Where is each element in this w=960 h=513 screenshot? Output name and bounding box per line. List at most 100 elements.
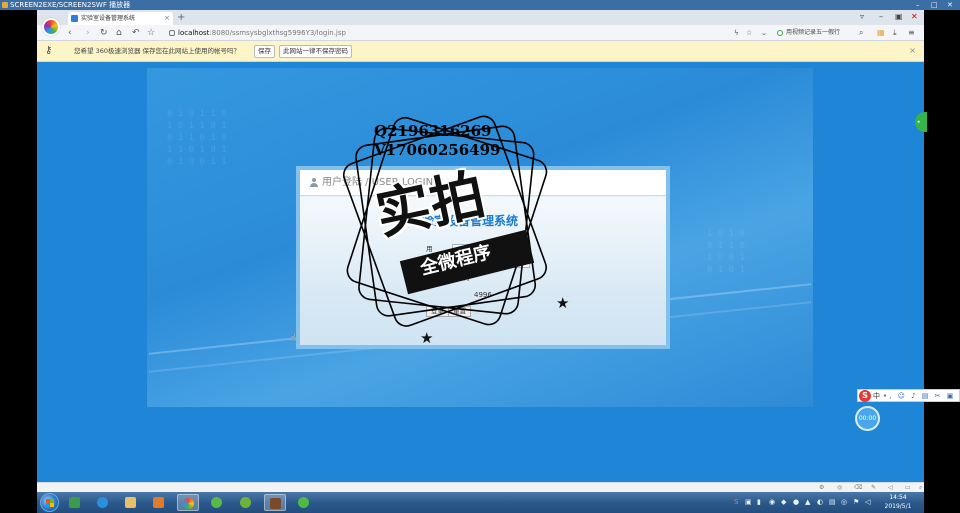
url-field[interactable]: localhost:8080/ssmsysbglxthsg5996Y3/logi… [169, 27, 729, 39]
taskbar-app-people[interactable] [64, 494, 86, 511]
people-icon [69, 497, 80, 508]
lightning-icon[interactable]: ϟ [734, 27, 739, 39]
windows-logo-icon [46, 499, 54, 507]
skin-icon[interactable]: ▿ [860, 11, 864, 23]
tray-icon[interactable]: ▲ [805, 498, 810, 507]
menu-icon[interactable]: ≡ [908, 28, 915, 38]
favorite-icon[interactable]: ☆ [746, 27, 752, 39]
apps-icon[interactable]: ▦ [877, 28, 885, 38]
status-tool-icon[interactable]: ◎ [837, 483, 842, 492]
tray-icon[interactable]: ▮ [757, 498, 761, 507]
background-binary: 0 1 0 1 1 0 1 0 1 1 0 1 0 1 1 0 1 0 1 1 … [167, 109, 227, 167]
player-app-icon [2, 2, 8, 8]
tab-strip: 实验室设备管理系统 × + ▿ – ▣ ✕ [37, 10, 924, 25]
player-maximize-icon[interactable]: □ [931, 0, 938, 10]
watermark-qq: Q2196316269 [374, 122, 492, 140]
taskbar-app-green[interactable] [206, 494, 228, 511]
url-path: :8080/ssmsysbglxthsg5996Y3/login.jsp [209, 29, 346, 37]
status-tool-icon[interactable]: ⚙ [819, 483, 824, 492]
ime-toolbar: S 中 •, ☺ ♪ ▤ ✂ ▣ ▦ [857, 389, 960, 402]
taskbar-app-net[interactable] [293, 494, 315, 511]
browser-logo-icon[interactable] [42, 18, 60, 36]
tray-icon[interactable]: ◆ [781, 498, 786, 507]
taskbar-app-recorder[interactable] [264, 494, 286, 511]
recorder-icon [270, 498, 281, 509]
media-player-icon [153, 497, 164, 508]
ime-tool-icons[interactable]: •, ☺ ♪ ▤ ✂ ▣ ▦ [883, 390, 960, 402]
record-video-link[interactable]: 用视频记录五一假行 [777, 27, 840, 39]
never-save-button[interactable]: 此网站一律不保存密码 [279, 45, 352, 58]
tab-close-icon[interactable]: × [164, 12, 170, 25]
save-password-button[interactable]: 保存 [254, 45, 275, 58]
download-icon[interactable]: ⤓ [893, 28, 897, 38]
tray-volume-icon[interactable]: ◁ [865, 498, 870, 507]
window-restore-icon[interactable]: ▣ [895, 11, 903, 23]
tray-ime-icon[interactable]: ▣ [745, 498, 752, 507]
clock-time: 14:54 [889, 494, 907, 501]
tray-icon[interactable]: ◐ [817, 498, 823, 507]
taskbar: S ▣ ▮ ◉ ◆ ● ▲ ◐ ▤ ◎ ⚑ ◁ 14:54 2019/5/1 [37, 492, 924, 513]
taskbar-app-360browser[interactable] [177, 494, 199, 511]
new-tab-icon[interactable]: + [177, 10, 185, 25]
home-icon[interactable]: ⌂ [116, 27, 122, 39]
tab-login[interactable]: 实验室设备管理系统 × [68, 12, 173, 25]
player-title-bar: SCREEN2EXE/SCREEN2SWF 播放器 – □ ✕ [0, 0, 960, 10]
star-icon: ★ [556, 294, 570, 312]
tray-flag-icon[interactable]: ⚑ [853, 498, 859, 507]
user-icon [310, 178, 318, 187]
record-text: 用视频记录五一假行 [786, 29, 841, 36]
save-password-infobar: ⚷ 您希望 360极速浏览器 保存您在此网站上使用的帐号吗？ 保存 此网站一律不… [37, 41, 924, 62]
status-tool-icon[interactable]: ✎ [871, 483, 876, 492]
tab-title: 实验室设备管理系统 [81, 15, 136, 22]
clock-date: 2019/5/1 [884, 503, 912, 510]
taskbar-clock[interactable]: 14:54 2019/5/1 [880, 493, 916, 511]
star-icon: ★ [420, 329, 434, 347]
green-app-icon [211, 497, 222, 508]
status-tool-icon[interactable]: ⌫ [854, 483, 862, 492]
screen: SCREEN2EXE/SCREEN2SWF 播放器 – □ ✕ 实验室设备管理系… [0, 0, 960, 513]
taskbar-app-player[interactable] [148, 494, 170, 511]
address-bar: ‹ › ↻ ⌂ ↶ ☆ localhost:8080/ssmsysbglxths… [37, 25, 924, 41]
dropdown-icon[interactable]: ⌄ [761, 27, 767, 39]
key-icon: ⚷ [45, 45, 53, 56]
start-button[interactable] [40, 493, 59, 512]
ie-icon [97, 497, 108, 508]
security-info-icon[interactable] [169, 30, 175, 36]
refresh-icon[interactable]: ↻ [100, 27, 108, 39]
window-close-icon[interactable]: ✕ [911, 11, 918, 23]
player-minimize-icon[interactable]: – [916, 0, 920, 10]
folder-icon [125, 497, 136, 508]
tray-icon[interactable]: ▤ [829, 498, 836, 507]
volume-icon[interactable]: ◁ [888, 483, 893, 492]
infobar-message: 您希望 360极速浏览器 保存您在此网站上使用的帐号吗？ [74, 47, 241, 55]
tray-icon[interactable]: ● [793, 498, 799, 507]
taskbar-app-explorer[interactable] [120, 494, 142, 511]
zoom-icon[interactable]: ⌕ [919, 483, 922, 492]
ime-mode[interactable]: 中 [873, 390, 880, 402]
forward-icon[interactable]: › [86, 27, 90, 39]
status-tool-icon[interactable]: ▭ [905, 483, 911, 492]
sogou-ime-icon[interactable]: S [859, 390, 871, 402]
mouse-cursor-icon: ☝ [290, 333, 297, 344]
taskbar-app-ie[interactable] [92, 494, 114, 511]
infobar-close-icon[interactable]: × [909, 45, 916, 57]
tray-icon[interactable]: ◎ [841, 498, 847, 507]
record-icon [777, 30, 783, 36]
background-binary: 1 0 1 0 0 1 1 0 1 0 0 1 0 1 0 1 [707, 229, 745, 275]
eclipse-icon [240, 497, 251, 508]
url-host: localhost [178, 29, 210, 37]
undo-close-icon[interactable]: ↶ [132, 27, 140, 39]
browser-status-bar: ⚙ ◎ ⌫ ✎ ◁ ▭ ⌕ [37, 482, 924, 492]
watermark-stamp: Q2196316269 V17060256499 实拍 全微程序 ★ ★ [322, 95, 570, 353]
tray-icon[interactable]: ◉ [769, 498, 775, 507]
back-icon[interactable]: ‹ [68, 27, 72, 39]
window-minimize-icon[interactable]: – [879, 11, 883, 23]
network-app-icon [298, 497, 309, 508]
taskbar-app-eclipse[interactable] [235, 494, 257, 511]
bookmark-star-icon[interactable]: ☆ [147, 27, 155, 39]
timer-widget[interactable]: 00:00 [855, 406, 880, 431]
tab-favicon-icon [71, 15, 78, 22]
player-close-icon[interactable]: ✕ [947, 0, 953, 10]
search-icon[interactable]: ⌕ [859, 28, 863, 38]
tray-sogou-icon[interactable]: S [734, 498, 738, 507]
